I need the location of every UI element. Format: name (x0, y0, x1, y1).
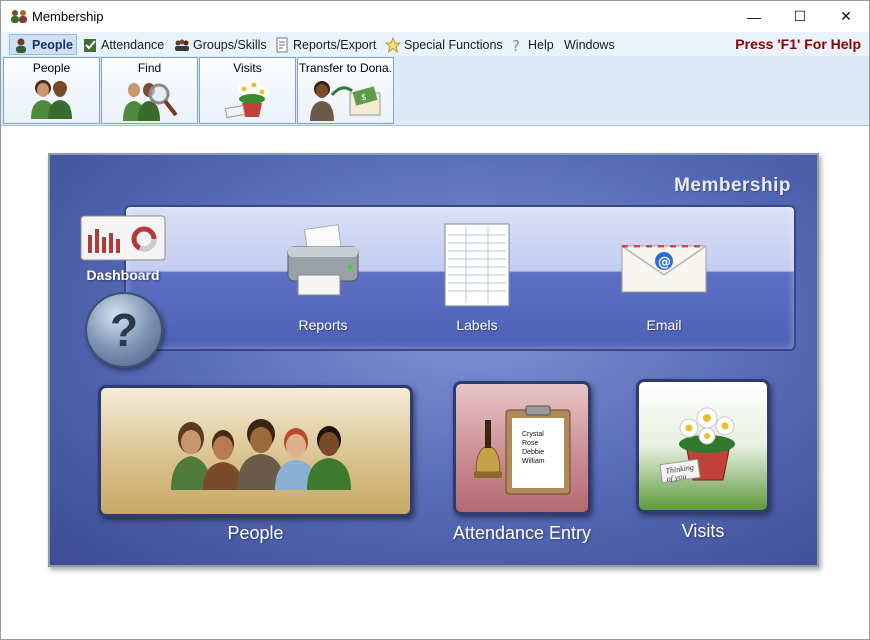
menu-people[interactable]: People (9, 34, 77, 55)
menu-groups-skills[interactable]: Groups/Skills (171, 34, 270, 55)
dashboard-label: Dashboard (86, 267, 160, 283)
tools-shelf: Reports Labels @ Email (124, 205, 796, 351)
dashboard-tile[interactable]: Dashboard (78, 215, 168, 287)
clipboard-name-3: Debbie (522, 449, 545, 456)
minimize-button[interactable]: — (731, 1, 777, 32)
toolbar-people-button[interactable]: People (3, 57, 100, 124)
svg-text:?: ? (512, 37, 520, 53)
menu-special-functions-label: Special Functions (404, 37, 503, 52)
reports-label: Reports (298, 317, 348, 333)
clipboard-name-4: William (522, 458, 545, 465)
report-icon (276, 37, 288, 52)
reports-tile[interactable]: Reports (268, 223, 378, 333)
app-icon (11, 10, 27, 23)
people-group-icon (171, 419, 351, 490)
labels-sheet-icon (444, 223, 510, 307)
person-icon (16, 38, 26, 53)
membership-window: Membership — ☐ ✕ People Attendance Group… (0, 0, 870, 640)
people-tile-label: People (227, 523, 284, 543)
find-people-icon (122, 83, 178, 121)
transfer-money-icon: $ (309, 81, 380, 121)
toolbar: People Find Visits Transfer to Dona. $ (1, 56, 869, 126)
attendance-entry-tile[interactable]: Crystal Rose Debbie William (453, 381, 591, 515)
attendance-entry-label: Attendance Entry (452, 523, 592, 543)
people-icon (30, 80, 72, 119)
star-icon (385, 36, 401, 53)
visits-tile-label: Visits (681, 521, 725, 541)
envelope-icon: @ (621, 245, 707, 293)
menu-help-label: Help (528, 37, 554, 52)
menu-help[interactable]: ? Help (506, 34, 557, 55)
close-button[interactable]: ✕ (823, 1, 869, 32)
checklist-icon (84, 38, 96, 52)
svg-text:@: @ (658, 255, 671, 270)
clipboard-name-1: Crystal (522, 431, 544, 438)
people-tile[interactable] (98, 385, 413, 517)
menu-special-functions[interactable]: Special Functions (382, 34, 506, 55)
email-tile[interactable]: @ Email (604, 223, 724, 333)
panel-title: Membership (674, 175, 791, 196)
toolbar-visits-label: Visits (233, 61, 262, 75)
menu-attendance[interactable]: Attendance (79, 34, 167, 55)
dashboard-chart-icon (80, 215, 166, 261)
toolbar-find-label: Find (137, 61, 162, 75)
help-button[interactable]: ? (85, 292, 163, 368)
maximize-button[interactable]: ☐ (777, 1, 823, 32)
email-label: Email (646, 317, 682, 333)
svg-text:$: $ (361, 93, 367, 103)
menu-groups-skills-label: Groups/Skills (193, 37, 267, 52)
toolbar-people-label: People (32, 61, 71, 75)
title-bar: Membership — ☐ ✕ (1, 1, 869, 32)
toolbar-transfer-button[interactable]: Transfer to Dona. $ (297, 57, 394, 124)
menu-reports-export[interactable]: Reports/Export (271, 34, 379, 55)
labels-tile[interactable]: Labels (432, 223, 522, 333)
flowers-icon (224, 79, 268, 119)
group-icon (175, 39, 189, 51)
clipboard-name-2: Rose (522, 440, 539, 447)
menu-windows[interactable]: Windows (561, 34, 618, 55)
printer-icon (287, 224, 359, 296)
menu-windows-label: Windows (564, 37, 615, 52)
menu-reports-export-label: Reports/Export (293, 37, 377, 52)
menu-attendance-label: Attendance (101, 37, 165, 52)
toolbar-find-button[interactable]: Find (101, 57, 198, 124)
visits-tile[interactable]: Thinking of you (636, 379, 770, 513)
question-icon: ? (512, 37, 520, 53)
toolbar-transfer-label: Transfer to Dona. (299, 61, 392, 75)
flower-pot-icon (659, 407, 735, 484)
menu-people-label: People (32, 37, 73, 52)
labels-label: Labels (456, 317, 498, 333)
window-title: Membership (32, 9, 104, 24)
clipboard-names: Crystal Rose Debbie William (522, 430, 545, 466)
toolbar-visits-button[interactable]: Visits (199, 57, 296, 124)
f1-help-hint: Press 'F1' For Help (735, 36, 861, 52)
membership-panel: Membership Reports Labels @ Email Dashbo… (48, 153, 819, 567)
